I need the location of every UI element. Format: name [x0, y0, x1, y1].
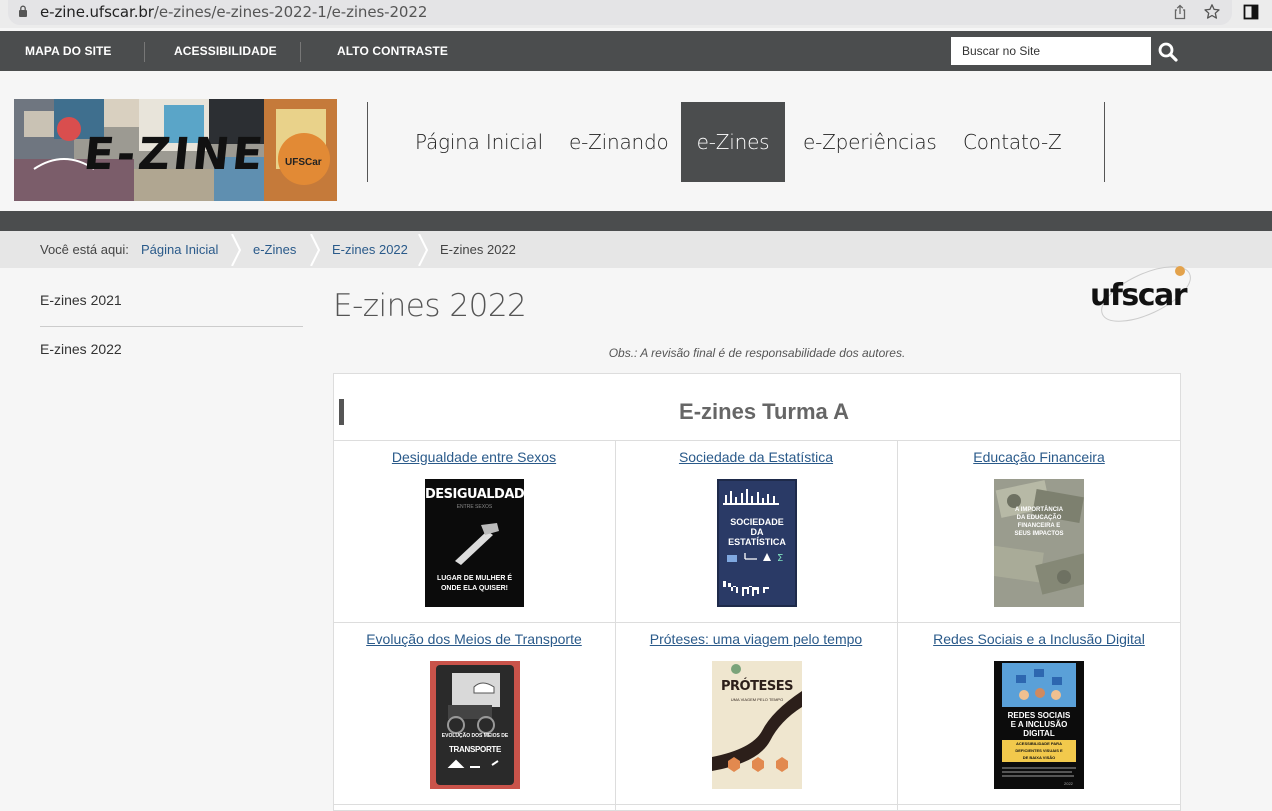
column-divider — [615, 440, 616, 811]
cover-slogan: ONDE ELA QUISER! — [440, 585, 509, 592]
zine-cover-proteses[interactable]: PRÓTESES UMA VIAGEM PELO TEMPO — [712, 661, 802, 789]
zine-link-proteses[interactable]: Próteses: uma viagem pelo tempo — [615, 631, 897, 647]
e-zine-logo[interactable]: E-ZINE UFSCar — [14, 99, 337, 201]
ufscar-logo-text: ufscar — [1090, 278, 1188, 313]
nav-right-divider — [1104, 102, 1105, 182]
share-icon[interactable] — [1172, 4, 1188, 20]
cover-title: SOCIEDADE — [730, 517, 784, 527]
divider — [144, 42, 145, 62]
cover-title: DESIGUALDADE — [425, 487, 524, 502]
cover-subtitle: UMA VIAGEM PELO TEMPO — [730, 697, 784, 702]
cover-subtitle: ENTRE SEXOS — [456, 504, 493, 510]
sidebar-item-e-zines-2022[interactable]: E-zines 2022 — [40, 341, 122, 357]
zine-cover-educacao-financeira[interactable]: A IMPORTÂNCIA DA EDUCAÇÃO FINANCEIRA E S… — [994, 479, 1084, 607]
cover-subtitle: DE BAIXA VISÃO — [1022, 755, 1056, 760]
section-title: E-zines Turma A — [679, 399, 849, 424]
zine-cover-redes-sociais[interactable]: REDES SOCIAIS E A INCLUSÃO DIGITAL ACESS… — [994, 661, 1084, 789]
breadcrumb-current: E-zines 2022 — [440, 242, 516, 257]
cover-subtitle: DEFICIENTES VISUAIS E — [1015, 748, 1063, 753]
breadcrumb-e-zines[interactable]: e-Zines — [253, 242, 296, 257]
cover-title: TRANSPORTE — [448, 745, 502, 754]
site-map-link[interactable]: MAPA DO SITE — [25, 44, 112, 58]
nav-pagina-inicial[interactable]: Página Inicial — [398, 102, 560, 182]
divider — [300, 42, 301, 62]
cover-title: PRÓTESES — [721, 679, 793, 694]
browser-url-bar: e-zine.ufscar.br/e-zines/e-zines-2022-1/… — [0, 0, 1272, 28]
sidebar-item-e-zines-2021[interactable]: E-zines 2021 — [40, 292, 122, 308]
chevron-right-icon — [418, 234, 429, 266]
nav-left-divider — [367, 102, 368, 182]
nav-contato-z[interactable]: Contato-Z — [946, 102, 1079, 182]
search-input[interactable] — [951, 37, 1151, 65]
review-note: Obs.: A revisão final é de responsabilid… — [608, 346, 906, 360]
cover-title: A IMPORTÂNCIA — [1014, 507, 1064, 513]
url-path: /e-zines/e-zines-2022-1/e-zines-2022 — [153, 3, 428, 21]
chevron-right-icon — [231, 234, 242, 266]
breadcrumb-home[interactable]: Página Inicial — [141, 242, 218, 257]
cover-illustration — [455, 523, 499, 565]
page-title: E-zines 2022 — [333, 288, 527, 324]
cover-title: DA EDUCAÇÃO — [1016, 515, 1062, 521]
cover-title: REDES SOCIAIS — [1007, 711, 1071, 720]
cover-illustration — [994, 479, 1084, 607]
nav-e-zperiencias[interactable]: e-Zperiências — [786, 102, 954, 182]
zine-link-meios-de-transporte[interactable]: Evolução dos Meios de Transporte — [333, 631, 615, 647]
breadcrumb-e-zines-2022[interactable]: E-zines 2022 — [332, 242, 408, 257]
column-divider — [897, 440, 898, 811]
cover-title: E A INCLUSÃO — [1010, 720, 1068, 729]
zine-cover-desigualdade[interactable]: DESIGUALDADE ENTRE SEXOS LUGAR DE MULHER… — [425, 479, 524, 607]
row-divider — [333, 622, 1181, 623]
header-strip — [0, 211, 1272, 231]
ufscar-logo: ufscar — [1088, 258, 1192, 328]
breadcrumb-label: Você está aqui: — [40, 242, 129, 257]
cover-title: ESTATÍSTICA — [728, 537, 786, 547]
search-icon[interactable] — [1156, 40, 1180, 64]
cover-year: 2022 — [1064, 781, 1073, 786]
bookmark-star-icon[interactable] — [1203, 3, 1221, 21]
high-contrast-link[interactable]: ALTO CONTRASTE — [337, 44, 448, 58]
cover-title: FINANCEIRA E — [1017, 523, 1061, 529]
zine-link-desigualdade[interactable]: Desigualdade entre Sexos — [333, 449, 615, 465]
lock-icon — [19, 5, 27, 17]
url-domain: e-zine.ufscar.br — [40, 3, 154, 21]
cover-title: DA — [750, 527, 764, 537]
nav-e-zinando[interactable]: e-Zinando — [552, 102, 686, 182]
sidebar-toggle-icon[interactable] — [1243, 4, 1259, 20]
logo-title: E-ZINE — [81, 129, 269, 180]
cover-title: DIGITAL — [1023, 729, 1055, 738]
sidebar-divider — [40, 326, 303, 327]
row-divider — [333, 804, 1181, 805]
zine-cover-meios-de-transporte[interactable]: EVOLUÇÃO DOS MEIOS DE TRANSPORTE — [430, 661, 520, 789]
chevron-right-icon — [310, 234, 321, 266]
svg-text:Σ: Σ — [777, 553, 783, 564]
cover-illustration — [436, 665, 514, 785]
cover-title: SEUS IMPACTOS — [1014, 531, 1064, 537]
cover-subtitle: EVOLUÇÃO DOS MEIOS DE — [441, 733, 509, 739]
cover-illustration — [1002, 663, 1076, 707]
cover-subtitle: ACESSIBILIDADE PARA — [1016, 741, 1062, 746]
zine-link-educacao-financeira[interactable]: Educação Financeira — [897, 449, 1181, 465]
url-text[interactable]: e-zine.ufscar.br/e-zines/e-zines-2022-1/… — [40, 3, 427, 21]
accessibility-link[interactable]: ACESSIBILIDADE — [174, 44, 277, 58]
row-divider — [333, 440, 1181, 441]
cover-slogan: LUGAR DE MULHER É — [436, 575, 513, 582]
logo-badge: UFSCar — [285, 157, 322, 168]
zine-link-redes-sociais[interactable]: Redes Sociais e a Inclusão Digital — [897, 631, 1181, 647]
zine-link-sociedade-estatistica[interactable]: Sociedade da Estatística — [615, 449, 897, 465]
zine-cover-sociedade-estatistica[interactable]: Σ SOCIEDADE DA ESTATÍSTICA — [717, 479, 797, 607]
nav-e-zines[interactable]: e-Zines — [681, 102, 785, 182]
